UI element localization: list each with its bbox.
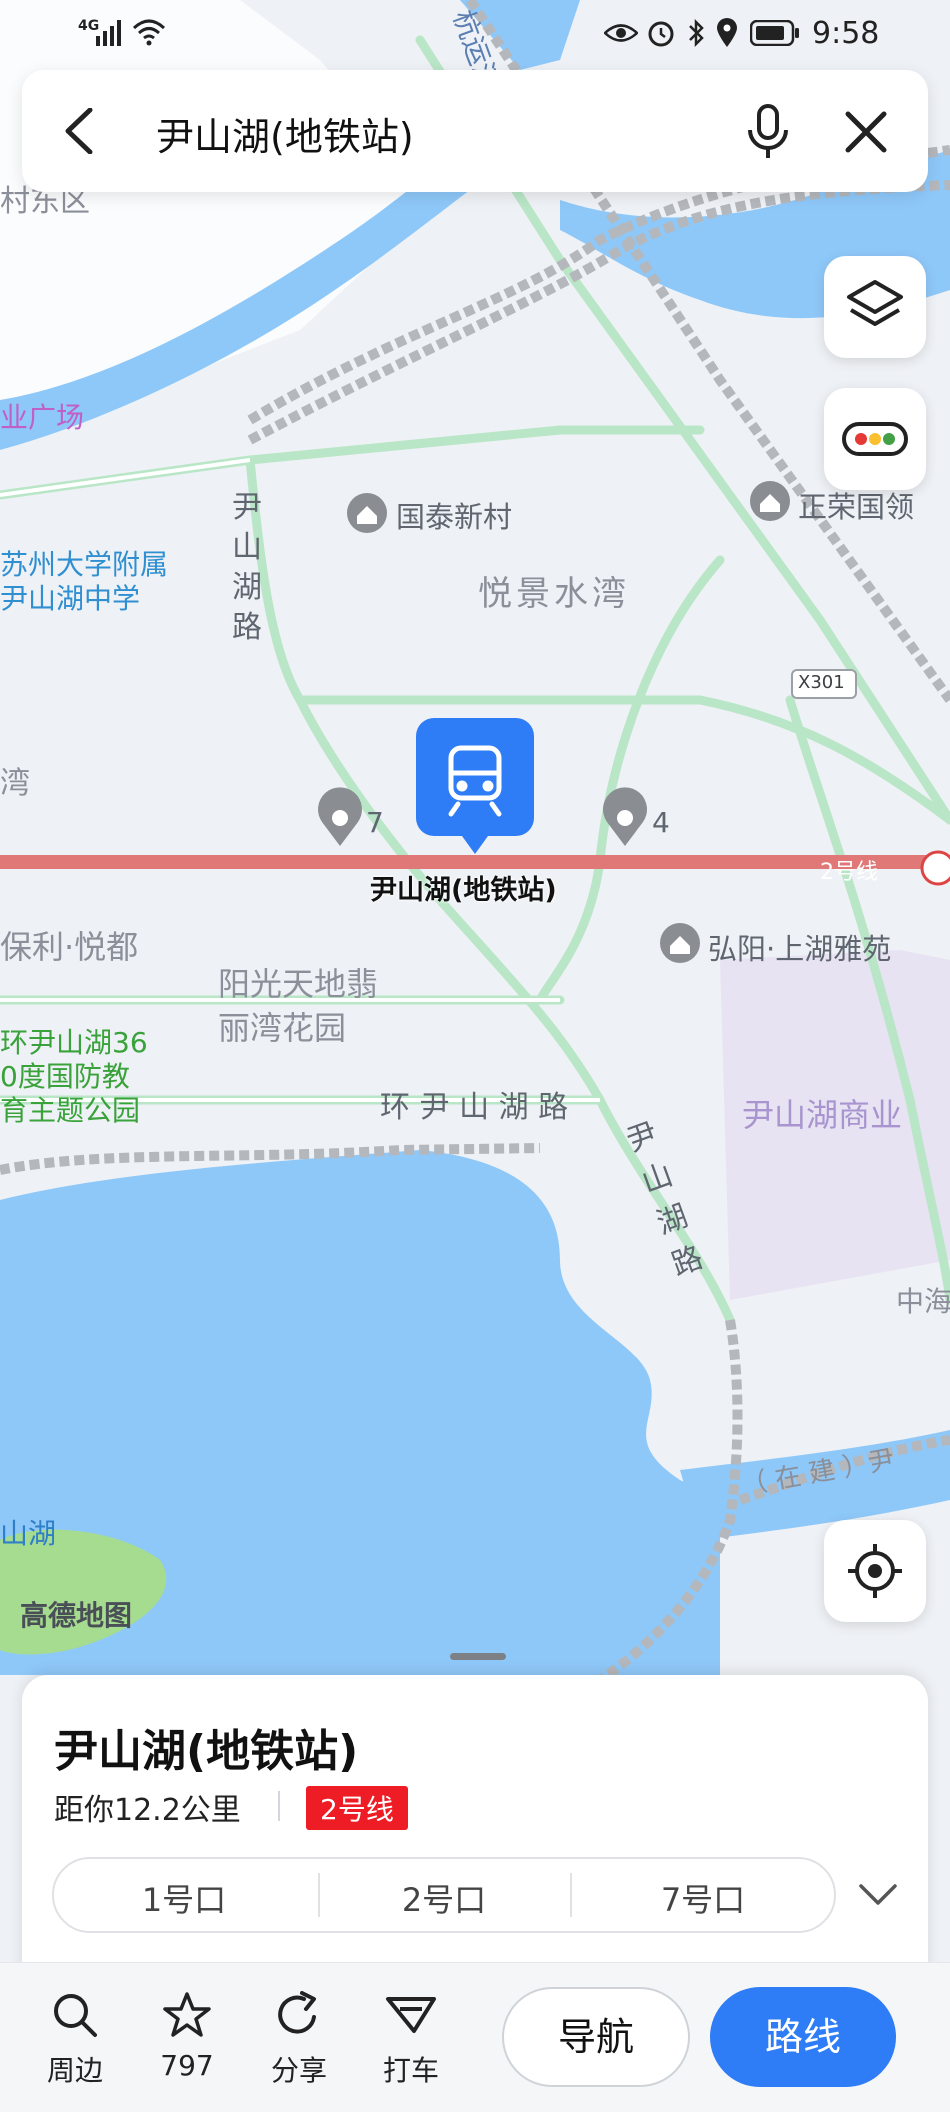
chevron-down-icon[interactable]: [858, 1883, 898, 1907]
favorite-count: 797: [160, 2049, 214, 2082]
map-label-yuejing: 悦景水湾: [478, 574, 630, 614]
share-button[interactable]: 分享: [254, 1991, 344, 2089]
nearby-button[interactable]: 周边: [30, 1991, 120, 2089]
microphone-icon[interactable]: [746, 104, 790, 160]
map-label-zhonghai: 中海: [896, 1285, 950, 1318]
navigate-button[interactable]: 导航: [502, 1987, 690, 2087]
nearby-label: 周边: [46, 2054, 103, 2087]
exit-2-button[interactable]: 2号口: [318, 1875, 570, 1921]
map-line-tag: 2号线: [820, 860, 878, 885]
divider: [278, 1791, 280, 1821]
layers-icon: [847, 280, 903, 326]
line-badge: 2号线: [306, 1786, 408, 1830]
map-label-baoli: 保利·悦都: [0, 928, 139, 966]
drag-handle[interactable]: [450, 1653, 506, 1660]
close-icon[interactable]: [844, 110, 888, 154]
map-label-commercial: 尹山湖商业: [742, 1096, 903, 1134]
star-icon: [163, 1992, 211, 2037]
exit-selector: 1号口 2号口 7号口: [52, 1857, 836, 1933]
map-label-park: 环尹山湖36 0度国防教 育主题公园: [0, 1026, 148, 1127]
search-bar: 尹山湖(地铁站): [22, 70, 928, 192]
favorite-button[interactable]: 797: [142, 1991, 232, 2082]
back-icon[interactable]: [60, 108, 100, 154]
alarm-icon: [648, 21, 674, 47]
map-label-ye-guangchang: 业广场: [0, 401, 85, 434]
poi-distance: 距你12.2公里: [54, 1793, 241, 1828]
taxi-label: 打车: [382, 2054, 439, 2087]
clock: 9:58: [812, 16, 880, 51]
map-label-hongyang: 弘阳·上湖雅苑: [708, 932, 892, 966]
map-label-guotai: 国泰新村: [396, 500, 513, 534]
map-label-zhengrong: 正荣国领: [798, 490, 915, 524]
station-map-label[interactable]: 尹山湖(地铁站): [370, 868, 557, 907]
signal-icon: [96, 20, 121, 46]
taxi-button[interactable]: 打车: [366, 1991, 456, 2089]
traffic-light-icon: [842, 422, 908, 456]
layers-button[interactable]: [824, 256, 926, 358]
map-label-suzhou-school: 苏州大学附属 尹山湖中学: [0, 548, 169, 615]
share-icon: [278, 1991, 316, 2034]
share-label: 分享: [270, 2054, 327, 2087]
bottom-action-bar: 周边 797 分享 打车 导航 路线: [0, 1962, 950, 2112]
eye-icon: [604, 24, 638, 42]
poi-title: 尹山湖(地铁站): [54, 1726, 359, 1777]
status-bar: 4G 9:58: [0, 0, 950, 70]
map-label-wan: 湾: [0, 766, 30, 801]
search-input[interactable]: 尹山湖(地铁站): [156, 106, 414, 161]
map-watermark: 高德地图: [20, 1599, 133, 1632]
map-label-yinshanhu-road-1: 尹 山 湖 路: [232, 490, 262, 645]
locate-button[interactable]: [824, 1520, 926, 1622]
map-label-yangguang: 阳光天地翡 丽湾花园: [218, 965, 379, 1047]
wifi-icon: [132, 19, 166, 46]
map-label-exit-7: 7: [366, 806, 384, 839]
map-label-exit-4: 4: [652, 806, 670, 839]
battery-icon: [750, 20, 799, 46]
location-status-icon: [717, 18, 737, 47]
search-icon: [54, 1994, 97, 2037]
exit-7-button[interactable]: 7号口: [572, 1875, 834, 1921]
map-label-huan-road: 环 尹 山 湖 路: [380, 1090, 569, 1125]
map-label-lake: 山湖: [0, 1517, 57, 1550]
traffic-button[interactable]: [824, 388, 926, 490]
map-label-x301: X301: [798, 672, 845, 693]
crosshair-icon: [848, 1544, 902, 1598]
route-button[interactable]: 路线: [710, 1987, 896, 2087]
station-marker[interactable]: [416, 718, 534, 858]
exit-1-button[interactable]: 1号口: [54, 1875, 314, 1921]
taxi-icon: [386, 1997, 436, 2033]
poi-card: 尹山湖(地铁站) 距你12.2公里 2号线 1号口 2号口 7号口: [22, 1653, 928, 1985]
bluetooth-icon: [689, 18, 704, 48]
